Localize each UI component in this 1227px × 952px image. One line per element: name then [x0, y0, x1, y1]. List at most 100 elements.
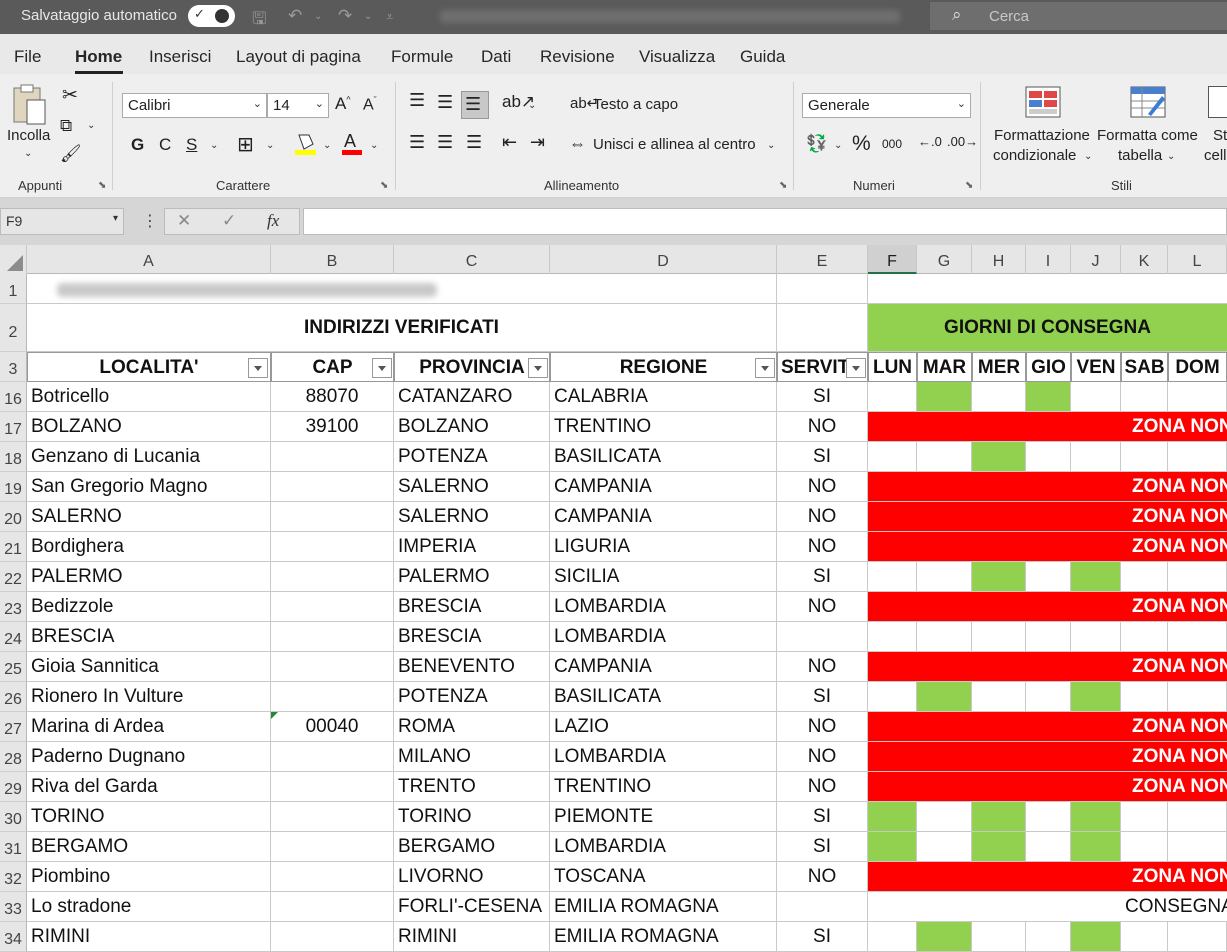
- cell-regione[interactable]: TOSCANA: [550, 862, 777, 892]
- redo-icon[interactable]: ↷: [338, 6, 352, 26]
- col-header-e[interactable]: E: [777, 245, 868, 274]
- cell-cap[interactable]: [271, 922, 394, 952]
- cell-cap[interactable]: [271, 652, 394, 682]
- cell-cap[interactable]: 00040: [271, 712, 394, 742]
- day-cell[interactable]: [868, 622, 917, 652]
- cell-provincia[interactable]: SALERNO: [394, 472, 550, 502]
- cut-icon[interactable]: ✂: [62, 84, 78, 107]
- cell-localita[interactable]: Paderno Dugnano: [27, 742, 271, 772]
- cell-localita[interactable]: Botricello: [27, 382, 271, 412]
- day-cell[interactable]: [1071, 382, 1121, 412]
- underline-button[interactable]: S: [186, 135, 197, 155]
- col-header-b[interactable]: B: [271, 245, 394, 274]
- cell-regione[interactable]: CAMPANIA: [550, 652, 777, 682]
- format-table-dropdown-icon[interactable]: ⌄: [1167, 151, 1175, 162]
- align-right-icon[interactable]: ☰: [466, 132, 482, 153]
- day-cell[interactable]: [868, 922, 917, 952]
- col-header-k[interactable]: K: [1121, 245, 1168, 274]
- header-day[interactable]: VEN: [1071, 352, 1121, 382]
- copy-icon[interactable]: ⧉: [60, 116, 72, 136]
- search-box[interactable]: ⌕ Cerca: [930, 2, 1227, 30]
- delivery-day-cell[interactable]: [917, 682, 972, 712]
- cell-regione[interactable]: LIGURIA: [550, 532, 777, 562]
- zona-non-servita-cell[interactable]: ZONA NON: [868, 652, 1227, 682]
- filter-dropdown-icon[interactable]: [528, 358, 548, 378]
- tab-review[interactable]: Revisione: [540, 47, 615, 67]
- row-header[interactable]: 31: [0, 832, 27, 862]
- day-cell[interactable]: [917, 562, 972, 592]
- delivery-day-cell[interactable]: [972, 832, 1026, 862]
- day-cell[interactable]: [972, 622, 1026, 652]
- cell-regione[interactable]: LOMBARDIA: [550, 592, 777, 622]
- italic-button[interactable]: C: [159, 135, 171, 155]
- formula-input[interactable]: [303, 208, 1227, 235]
- cell-localita[interactable]: Bedizzole: [27, 592, 271, 622]
- header-cap[interactable]: CAP: [271, 352, 394, 382]
- font-launcher-icon[interactable]: ⬊: [380, 180, 388, 191]
- cell-regione[interactable]: LOMBARDIA: [550, 622, 777, 652]
- cell-provincia[interactable]: IMPERIA: [394, 532, 550, 562]
- cell[interactable]: [550, 274, 777, 304]
- day-cell[interactable]: [1026, 622, 1071, 652]
- header-day[interactable]: SAB: [1121, 352, 1168, 382]
- tab-view[interactable]: Visualizza: [639, 47, 715, 67]
- day-cell[interactable]: [917, 802, 972, 832]
- cell-provincia[interactable]: TRENTO: [394, 772, 550, 802]
- delivery-day-cell[interactable]: [1071, 682, 1121, 712]
- day-cell[interactable]: [972, 682, 1026, 712]
- cell-regione[interactable]: BASILICATA: [550, 442, 777, 472]
- day-cell[interactable]: [1121, 682, 1168, 712]
- cell-regione[interactable]: SICILIA: [550, 562, 777, 592]
- cell-localita[interactable]: Marina di Ardea: [27, 712, 271, 742]
- header-regione[interactable]: REGIONE: [550, 352, 777, 382]
- day-cell[interactable]: [1026, 682, 1071, 712]
- cell-provincia[interactable]: FORLI'-CESENA: [394, 892, 550, 922]
- undo-icon[interactable]: ↶: [288, 6, 302, 26]
- cell-servito[interactable]: SI: [777, 922, 868, 952]
- zona-non-servita-cell[interactable]: ZONA NON: [868, 772, 1227, 802]
- font-color-icon[interactable]: A: [341, 130, 363, 157]
- paste-dropdown-icon[interactable]: ⌄: [24, 148, 32, 159]
- row-header[interactable]: 26: [0, 682, 27, 712]
- cell-cap[interactable]: [271, 832, 394, 862]
- row-header[interactable]: 19: [0, 472, 27, 502]
- cell-provincia[interactable]: BENEVENTO: [394, 652, 550, 682]
- zona-non-servita-cell[interactable]: ZONA NON: [868, 712, 1227, 742]
- cell-regione[interactable]: PIEMONTE: [550, 802, 777, 832]
- currency-icon[interactable]: 💱: [806, 134, 827, 154]
- cell-servito[interactable]: NO: [777, 862, 868, 892]
- col-header-d[interactable]: D: [550, 245, 777, 274]
- cell-servito[interactable]: NO: [777, 532, 868, 562]
- cell-servito[interactable]: NO: [777, 592, 868, 622]
- align-top-icon[interactable]: ☰: [409, 90, 425, 111]
- day-cell[interactable]: [917, 622, 972, 652]
- name-box[interactable]: F9 ▾: [0, 208, 124, 235]
- delivery-day-cell[interactable]: [1071, 832, 1121, 862]
- cell-provincia[interactable]: CATANZARO: [394, 382, 550, 412]
- delivery-day-cell[interactable]: [972, 802, 1026, 832]
- cell-provincia[interactable]: BRESCIA: [394, 622, 550, 652]
- cell-localita[interactable]: RIMINI: [27, 922, 271, 952]
- cell-cap[interactable]: [271, 442, 394, 472]
- delivery-day-cell[interactable]: [868, 832, 917, 862]
- insert-function-icon[interactable]: fx: [267, 211, 279, 231]
- header-day[interactable]: GIO: [1026, 352, 1071, 382]
- conditional-format-icon[interactable]: [1025, 86, 1061, 118]
- cell-provincia[interactable]: PALERMO: [394, 562, 550, 592]
- cell-localita[interactable]: TORINO: [27, 802, 271, 832]
- tab-formulas[interactable]: Formule: [391, 47, 453, 67]
- font-color-dropdown-icon[interactable]: ⌄: [370, 140, 378, 151]
- format-painter-icon[interactable]: 🖌: [60, 144, 82, 164]
- row-header[interactable]: 20: [0, 502, 27, 532]
- cell-cap[interactable]: [271, 862, 394, 892]
- select-all-button[interactable]: [0, 245, 27, 274]
- cell-provincia[interactable]: BRESCIA: [394, 592, 550, 622]
- cell-cap[interactable]: [271, 502, 394, 532]
- zona-non-servita-cell[interactable]: ZONA NON: [868, 742, 1227, 772]
- day-cell[interactable]: [1168, 442, 1227, 472]
- format-table-label-1[interactable]: Formatta come: [1097, 127, 1198, 144]
- day-cell[interactable]: [1121, 622, 1168, 652]
- cell-styles-label-1[interactable]: Sti: [1213, 127, 1227, 144]
- day-cell[interactable]: [1168, 622, 1227, 652]
- zona-non-servita-cell[interactable]: ZONA NON: [868, 412, 1227, 442]
